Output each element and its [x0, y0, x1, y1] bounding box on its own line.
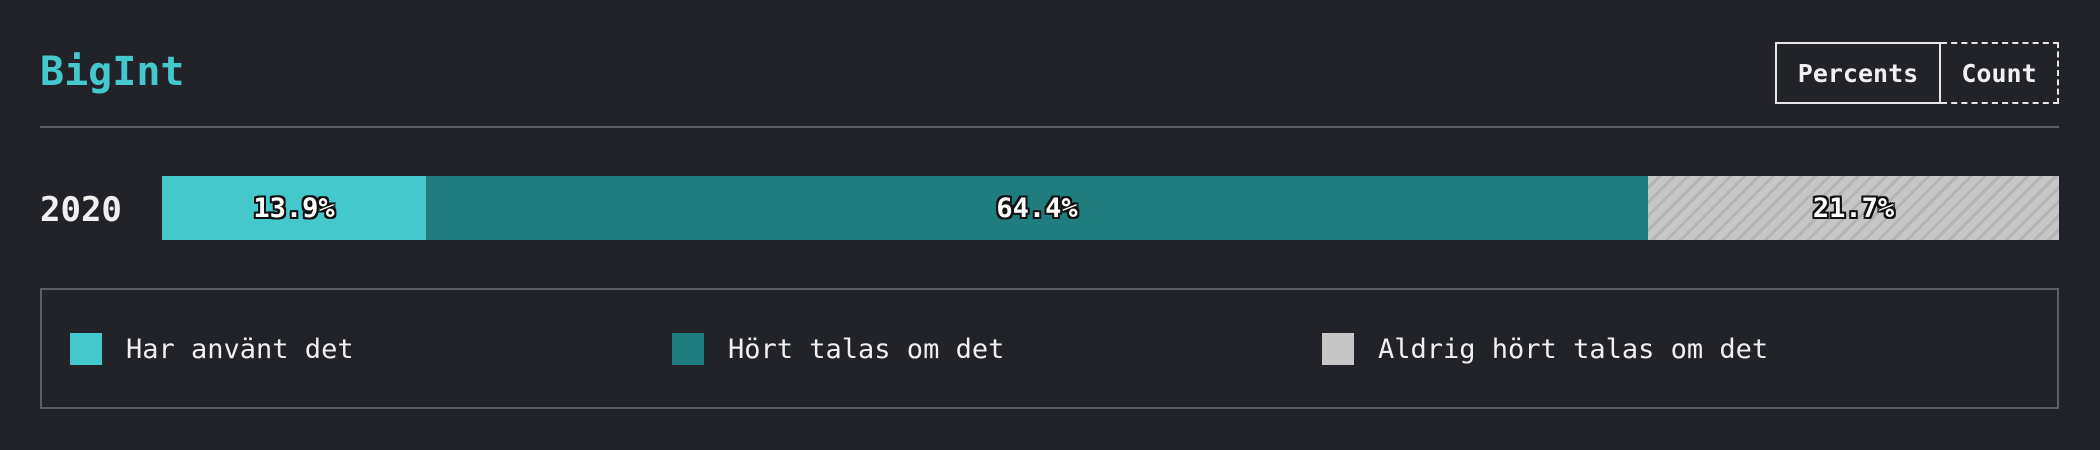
bar-segment-1[interactable]: 13.9% — [162, 176, 426, 240]
bar-segment-label: 64.4% — [996, 192, 1078, 224]
legend-label: Har använt det — [126, 333, 354, 365]
bar-segment-label: 13.9% — [253, 192, 335, 224]
header-divider — [40, 126, 2059, 128]
chart-title: BigInt — [40, 49, 185, 95]
count-button[interactable]: Count — [1941, 42, 2059, 104]
legend: Har använt det Hört talas om det Aldrig hö… — [40, 288, 2059, 409]
legend-label: Hört talas om det — [728, 333, 1005, 365]
percents-button[interactable]: Percents — [1775, 42, 1941, 104]
view-toggle: Percents Count — [1775, 42, 2059, 104]
bar-segment-3[interactable]: 21.7% — [1648, 176, 2059, 240]
bar-category-label: 2020 — [40, 190, 122, 230]
legend-swatch — [70, 333, 102, 365]
legend-swatch — [1322, 333, 1354, 365]
bar-segment-label: 21.7% — [1812, 192, 1895, 224]
legend-item[interactable]: Aldrig hört talas om det — [1322, 332, 1768, 366]
legend-swatch — [672, 333, 704, 365]
legend-label: Aldrig hört talas om det — [1378, 333, 1769, 365]
stacked-bar: 13.9% 64.4% 21.7% — [162, 176, 2059, 240]
bar-segment-2[interactable]: 64.4% — [426, 176, 1648, 240]
legend-item[interactable]: Hört talas om det — [672, 332, 1004, 366]
legend-item[interactable]: Har använt det — [70, 332, 354, 366]
